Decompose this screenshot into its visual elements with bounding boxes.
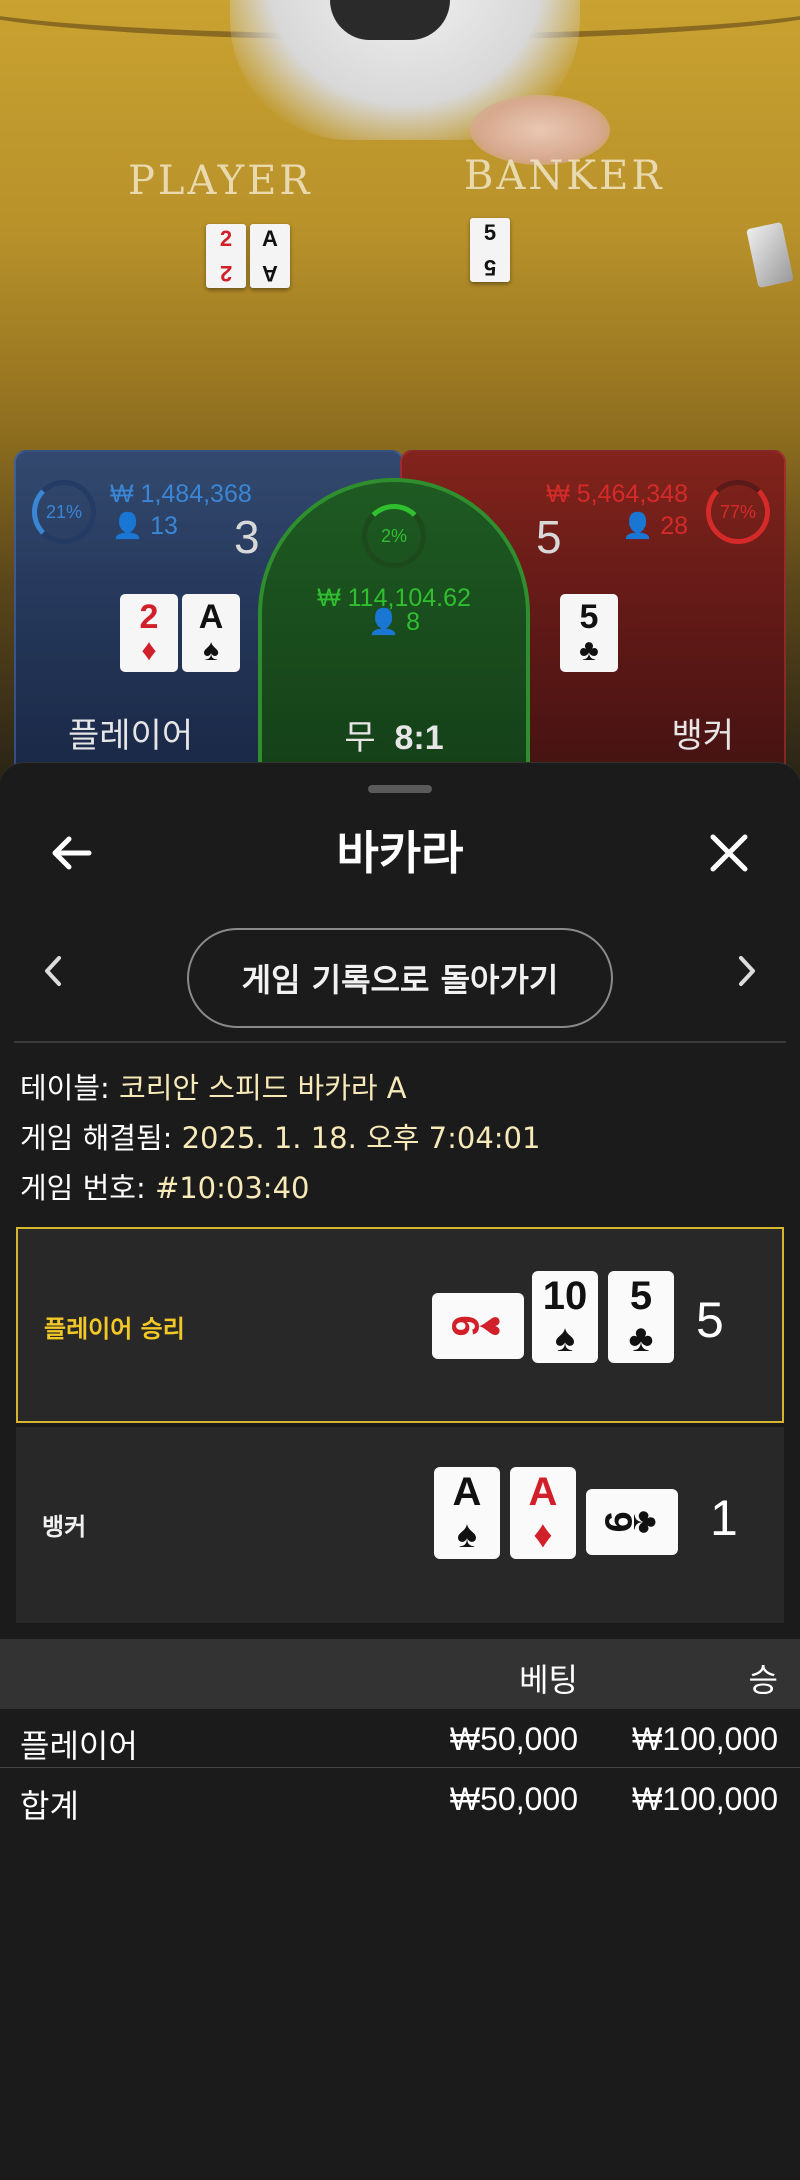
tie-bettors: 👤 8 — [368, 608, 420, 636]
felt-player-card: A A — [250, 224, 290, 288]
result-card: A ♠ — [434, 1467, 500, 1559]
resolved-time-info: 게임 해결됨: 2025. 1. 18. 오후 7:04:01 — [20, 1121, 541, 1155]
felt-player-label: PLAYER — [128, 158, 313, 204]
tie-spot-label: 무 8:1 — [344, 718, 444, 758]
back-to-history-button[interactable]: 게임 기록으로 돌아가기 — [187, 928, 613, 1028]
table-total-row: 합계 ₩50,000 ₩100,000 — [0, 1769, 800, 1827]
total-win-amount: ₩100,000 — [632, 1781, 778, 1817]
bet-name: 플레이어 — [20, 1727, 138, 1765]
player-spot-label: 플레이어 — [68, 716, 194, 756]
previous-game-button[interactable] — [28, 941, 78, 1001]
tie-bet-spot[interactable]: 2% ₩ 114,104.62 👤 8 무 8:1 — [258, 478, 530, 798]
tie-percent-ring: 2% — [362, 504, 426, 568]
sheet-grabber[interactable] — [368, 785, 432, 793]
felt-player-card: 2 2 — [206, 224, 246, 288]
player-bettors: 👤 13 — [112, 512, 178, 540]
player-result-score: 5 — [696, 1292, 724, 1348]
user-icon: 👤 — [622, 512, 654, 540]
table-row: 플레이어 ₩50,000 ₩100,000 — [0, 1709, 800, 1767]
close-button[interactable] — [694, 818, 764, 888]
tie-percent: 2% — [380, 525, 407, 546]
banker-card: 5 ♣ — [560, 594, 618, 672]
felt-banker-label: BANKER — [464, 153, 665, 199]
banker-bet-amount: ₩ 5,464,348 — [546, 480, 688, 508]
user-icon: 👤 — [112, 512, 144, 540]
chevron-right-icon — [739, 956, 755, 986]
win-column-header: 승 — [748, 1661, 778, 1699]
result-card: 5 ♣ — [608, 1271, 674, 1363]
player-percent-ring: 21% — [32, 480, 96, 544]
bet-column-header: 베팅 — [519, 1661, 578, 1699]
divider — [14, 1041, 786, 1043]
player-result-box: 플레이어 승리 6 ♥ 10 ♠ 5 ♣ 5 — [16, 1227, 784, 1423]
player-percent: 21% — [45, 501, 83, 522]
player-bet-amount: ₩ 1,484,368 — [110, 480, 252, 508]
banker-bettors: 👤 28 — [622, 512, 688, 540]
banker-result-label: 뱅커 — [42, 1513, 87, 1541]
banker-result-box: 뱅커 A ♠ A ♦ 9 ♣ 1 — [16, 1427, 784, 1623]
bets-table-header: 베팅 승 — [0, 1639, 800, 1709]
close-icon — [710, 834, 748, 872]
next-game-button[interactable] — [722, 941, 772, 1001]
game-detail-sheet: 바카라 게임 기록으로 돌아가기 테이블: 코리안 스피드 바카라 A 게임 해… — [0, 762, 800, 2180]
win-amount: ₩100,000 — [632, 1721, 778, 1757]
sheet-title: 바카라 — [336, 826, 464, 880]
user-icon: 👤 — [368, 608, 400, 636]
player-score: 3 — [234, 511, 260, 563]
player-card: 2 ♦ — [120, 594, 178, 672]
chevron-left-icon — [45, 956, 61, 986]
result-card: 6 ♥ — [432, 1293, 524, 1359]
result-card: A ♦ — [510, 1467, 576, 1559]
felt-banker-card: 5 5 — [470, 218, 510, 282]
banker-spot-label: 뱅커 — [671, 716, 734, 756]
banker-percent: 77% — [719, 501, 757, 522]
bet-amount: ₩50,000 — [449, 1721, 578, 1757]
total-label: 합계 — [20, 1787, 79, 1825]
divider — [0, 1767, 800, 1768]
player-card: A ♠ — [182, 594, 240, 672]
tie-payout: 8:1 — [394, 719, 444, 757]
card-shoe — [746, 221, 794, 289]
banker-result-score: 1 — [710, 1490, 738, 1546]
table-info: 테이블: 코리안 스피드 바카라 A — [20, 1071, 407, 1105]
player-result-label: 플레이어 승리 — [44, 1315, 185, 1343]
result-card: 9 ♣ — [586, 1489, 678, 1555]
game-number-info: 게임 번호: #10:03:40 — [20, 1171, 310, 1205]
banker-percent-ring: 77% — [706, 480, 770, 544]
result-card: 10 ♠ — [532, 1271, 598, 1363]
banker-score: 5 — [536, 511, 562, 563]
total-bet-amount: ₩50,000 — [449, 1781, 578, 1817]
